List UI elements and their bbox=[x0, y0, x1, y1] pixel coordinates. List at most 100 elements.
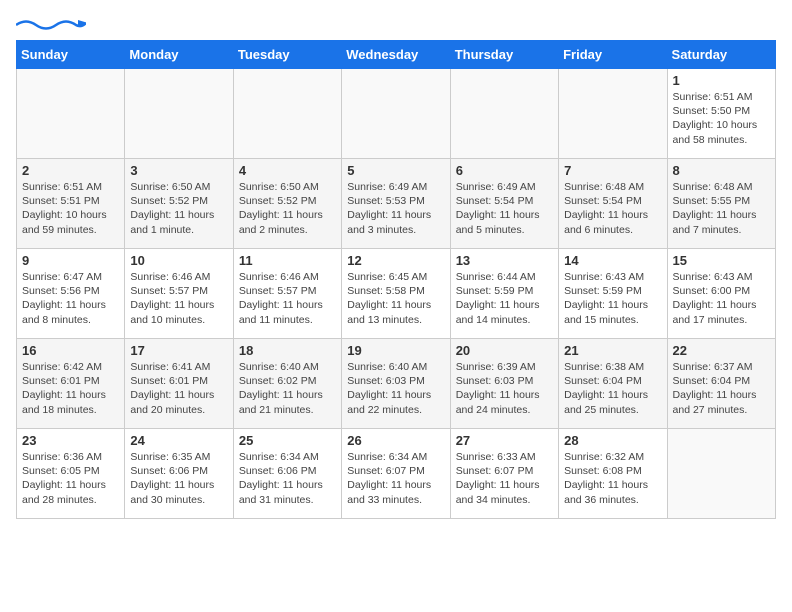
calendar-cell bbox=[233, 69, 341, 159]
calendar-cell: 8 Sunrise: 6:48 AM Sunset: 5:55 PM Daylig… bbox=[667, 159, 775, 249]
day-detail: Sunrise: 6:37 AM Sunset: 6:04 PM Dayligh… bbox=[673, 360, 770, 417]
day-number: 14 bbox=[564, 253, 661, 268]
day-number: 10 bbox=[130, 253, 227, 268]
day-number: 8 bbox=[673, 163, 770, 178]
calendar-cell: 1 Sunrise: 6:51 AM Sunset: 5:50 PM Daylig… bbox=[667, 69, 775, 159]
calendar-cell bbox=[125, 69, 233, 159]
calendar-cell bbox=[667, 429, 775, 519]
day-number: 13 bbox=[456, 253, 553, 268]
calendar-cell bbox=[559, 69, 667, 159]
day-detail: Sunrise: 6:41 AM Sunset: 6:01 PM Dayligh… bbox=[130, 360, 227, 417]
calendar-cell: 20 Sunrise: 6:39 AM Sunset: 6:03 PM Dayli… bbox=[450, 339, 558, 429]
weekday-header-tuesday: Tuesday bbox=[233, 41, 341, 69]
day-detail: Sunrise: 6:34 AM Sunset: 6:06 PM Dayligh… bbox=[239, 450, 336, 507]
day-detail: Sunrise: 6:47 AM Sunset: 5:56 PM Dayligh… bbox=[22, 270, 119, 327]
calendar-cell: 9 Sunrise: 6:47 AM Sunset: 5:56 PM Daylig… bbox=[17, 249, 125, 339]
calendar-cell: 15 Sunrise: 6:43 AM Sunset: 6:00 PM Dayli… bbox=[667, 249, 775, 339]
day-detail: Sunrise: 6:40 AM Sunset: 6:02 PM Dayligh… bbox=[239, 360, 336, 417]
calendar-cell: 2 Sunrise: 6:51 AM Sunset: 5:51 PM Daylig… bbox=[17, 159, 125, 249]
calendar-table: SundayMondayTuesdayWednesdayThursdayFrid… bbox=[16, 40, 776, 519]
day-number: 16 bbox=[22, 343, 119, 358]
week-row-2: 2 Sunrise: 6:51 AM Sunset: 5:51 PM Daylig… bbox=[17, 159, 776, 249]
day-number: 3 bbox=[130, 163, 227, 178]
day-number: 5 bbox=[347, 163, 444, 178]
day-number: 19 bbox=[347, 343, 444, 358]
day-number: 28 bbox=[564, 433, 661, 448]
day-detail: Sunrise: 6:44 AM Sunset: 5:59 PM Dayligh… bbox=[456, 270, 553, 327]
weekday-header-wednesday: Wednesday bbox=[342, 41, 450, 69]
day-detail: Sunrise: 6:43 AM Sunset: 5:59 PM Dayligh… bbox=[564, 270, 661, 327]
calendar-cell: 17 Sunrise: 6:41 AM Sunset: 6:01 PM Dayli… bbox=[125, 339, 233, 429]
day-number: 15 bbox=[673, 253, 770, 268]
day-detail: Sunrise: 6:39 AM Sunset: 6:03 PM Dayligh… bbox=[456, 360, 553, 417]
day-detail: Sunrise: 6:49 AM Sunset: 5:54 PM Dayligh… bbox=[456, 180, 553, 237]
day-number: 12 bbox=[347, 253, 444, 268]
week-row-5: 23Sunrise: 6:36 AM Sunset: 6:05 PM Dayli… bbox=[17, 429, 776, 519]
day-detail: Sunrise: 6:50 AM Sunset: 5:52 PM Dayligh… bbox=[239, 180, 336, 237]
weekday-header-saturday: Saturday bbox=[667, 41, 775, 69]
calendar-cell: 3 Sunrise: 6:50 AM Sunset: 5:52 PM Daylig… bbox=[125, 159, 233, 249]
day-number: 27 bbox=[456, 433, 553, 448]
day-number: 24 bbox=[130, 433, 227, 448]
logo-wave-icon bbox=[16, 18, 86, 32]
header bbox=[16, 16, 776, 32]
calendar-cell: 13 Sunrise: 6:44 AM Sunset: 5:59 PM Dayli… bbox=[450, 249, 558, 339]
day-detail: Sunrise: 6:33 AM Sunset: 6:07 PM Dayligh… bbox=[456, 450, 553, 507]
weekday-header-sunday: Sunday bbox=[17, 41, 125, 69]
day-detail: Sunrise: 6:46 AM Sunset: 5:57 PM Dayligh… bbox=[130, 270, 227, 327]
week-row-3: 9 Sunrise: 6:47 AM Sunset: 5:56 PM Daylig… bbox=[17, 249, 776, 339]
day-number: 18 bbox=[239, 343, 336, 358]
day-detail: Sunrise: 6:49 AM Sunset: 5:53 PM Dayligh… bbox=[347, 180, 444, 237]
week-row-4: 16 Sunrise: 6:42 AM Sunset: 6:01 PM Dayli… bbox=[17, 339, 776, 429]
day-number: 9 bbox=[22, 253, 119, 268]
calendar-cell: 18 Sunrise: 6:40 AM Sunset: 6:02 PM Dayli… bbox=[233, 339, 341, 429]
day-number: 22 bbox=[673, 343, 770, 358]
calendar-cell: 10 Sunrise: 6:46 AM Sunset: 5:57 PM Dayli… bbox=[125, 249, 233, 339]
day-number: 1 bbox=[673, 73, 770, 88]
weekday-header-row: SundayMondayTuesdayWednesdayThursdayFrid… bbox=[17, 41, 776, 69]
day-detail: Sunrise: 6:50 AM Sunset: 5:52 PM Dayligh… bbox=[130, 180, 227, 237]
calendar-cell: 22 Sunrise: 6:37 AM Sunset: 6:04 PM Dayli… bbox=[667, 339, 775, 429]
calendar-cell: 5 Sunrise: 6:49 AM Sunset: 5:53 PM Daylig… bbox=[342, 159, 450, 249]
day-number: 11 bbox=[239, 253, 336, 268]
day-detail: Sunrise: 6:46 AM Sunset: 5:57 PM Dayligh… bbox=[239, 270, 336, 327]
calendar-cell bbox=[450, 69, 558, 159]
logo bbox=[16, 20, 86, 32]
calendar-cell: 27 Sunrise: 6:33 AM Sunset: 6:07 PM Dayli… bbox=[450, 429, 558, 519]
day-detail: Sunrise: 6:40 AM Sunset: 6:03 PM Dayligh… bbox=[347, 360, 444, 417]
calendar-cell: 12 Sunrise: 6:45 AM Sunset: 5:58 PM Dayli… bbox=[342, 249, 450, 339]
calendar-cell: 25Sunrise: 6:34 AM Sunset: 6:06 PM Dayli… bbox=[233, 429, 341, 519]
weekday-header-monday: Monday bbox=[125, 41, 233, 69]
calendar-cell: 14 Sunrise: 6:43 AM Sunset: 5:59 PM Dayli… bbox=[559, 249, 667, 339]
day-detail: Sunrise: 6:38 AM Sunset: 6:04 PM Dayligh… bbox=[564, 360, 661, 417]
calendar-cell: 16 Sunrise: 6:42 AM Sunset: 6:01 PM Dayli… bbox=[17, 339, 125, 429]
day-number: 26 bbox=[347, 433, 444, 448]
day-number: 2 bbox=[22, 163, 119, 178]
calendar-cell: 11 Sunrise: 6:46 AM Sunset: 5:57 PM Dayli… bbox=[233, 249, 341, 339]
day-detail: Sunrise: 6:51 AM Sunset: 5:50 PM Dayligh… bbox=[673, 90, 770, 147]
day-number: 4 bbox=[239, 163, 336, 178]
day-number: 23 bbox=[22, 433, 119, 448]
calendar-cell: 21Sunrise: 6:38 AM Sunset: 6:04 PM Dayli… bbox=[559, 339, 667, 429]
day-detail: Sunrise: 6:48 AM Sunset: 5:55 PM Dayligh… bbox=[673, 180, 770, 237]
weekday-header-friday: Friday bbox=[559, 41, 667, 69]
calendar-cell bbox=[17, 69, 125, 159]
calendar-cell: 28 Sunrise: 6:32 AM Sunset: 6:08 PM Dayli… bbox=[559, 429, 667, 519]
day-detail: Sunrise: 6:51 AM Sunset: 5:51 PM Dayligh… bbox=[22, 180, 119, 237]
calendar-cell bbox=[342, 69, 450, 159]
calendar-cell: 7 Sunrise: 6:48 AM Sunset: 5:54 PM Daylig… bbox=[559, 159, 667, 249]
day-number: 20 bbox=[456, 343, 553, 358]
day-detail: Sunrise: 6:42 AM Sunset: 6:01 PM Dayligh… bbox=[22, 360, 119, 417]
day-detail: Sunrise: 6:34 AM Sunset: 6:07 PM Dayligh… bbox=[347, 450, 444, 507]
week-row-1: 1 Sunrise: 6:51 AM Sunset: 5:50 PM Daylig… bbox=[17, 69, 776, 159]
calendar-cell: 6Sunrise: 6:49 AM Sunset: 5:54 PM Daylig… bbox=[450, 159, 558, 249]
calendar-cell: 19 Sunrise: 6:40 AM Sunset: 6:03 PM Dayli… bbox=[342, 339, 450, 429]
weekday-header-thursday: Thursday bbox=[450, 41, 558, 69]
day-number: 17 bbox=[130, 343, 227, 358]
day-detail: Sunrise: 6:32 AM Sunset: 6:08 PM Dayligh… bbox=[564, 450, 661, 507]
day-detail: Sunrise: 6:43 AM Sunset: 6:00 PM Dayligh… bbox=[673, 270, 770, 327]
day-detail: Sunrise: 6:45 AM Sunset: 5:58 PM Dayligh… bbox=[347, 270, 444, 327]
day-number: 7 bbox=[564, 163, 661, 178]
day-detail: Sunrise: 6:35 AM Sunset: 6:06 PM Dayligh… bbox=[130, 450, 227, 507]
day-detail: Sunrise: 6:48 AM Sunset: 5:54 PM Dayligh… bbox=[564, 180, 661, 237]
